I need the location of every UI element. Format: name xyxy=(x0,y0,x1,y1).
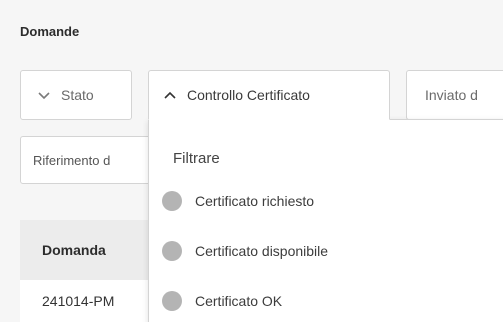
table-header-domanda: Domanda xyxy=(20,220,160,280)
page: Domande Stato Controllo Certificato Invi… xyxy=(0,0,503,322)
chevron-down-icon xyxy=(37,88,51,102)
option-label: Certificato disponibile xyxy=(195,243,329,259)
filter-controllo-certificato-button[interactable]: Controllo Certificato xyxy=(148,70,390,120)
filter-inviato-button[interactable]: Inviato d xyxy=(406,70,503,120)
option-label: Certificato OK xyxy=(195,293,283,309)
table-cell-domanda: 241014-PM xyxy=(42,293,115,309)
riferimento-search-value: Riferimento d xyxy=(33,152,111,168)
status-dot-icon xyxy=(162,291,182,311)
option-certificato-disponibile[interactable]: Certificato disponibile xyxy=(162,236,328,266)
status-dot-icon xyxy=(162,241,182,261)
filter-controllo-certificato-label: Controllo Certificato xyxy=(187,87,310,103)
filter-stato-label: Stato xyxy=(61,87,94,103)
option-certificato-richiesto[interactable]: Certificato richiesto xyxy=(162,186,314,216)
option-label: Certificato richiesto xyxy=(195,193,315,209)
option-certificato-ok[interactable]: Certificato OK xyxy=(162,286,282,316)
chevron-up-icon xyxy=(163,88,177,102)
dropdown-title: Filtrare xyxy=(173,150,220,167)
section-title: Domande xyxy=(20,24,80,39)
riferimento-search-input[interactable]: Riferimento d xyxy=(20,136,160,184)
table-row[interactable]: 241014-PM xyxy=(20,280,160,322)
filter-inviato-label: Inviato d xyxy=(425,87,478,103)
filter-stato-button[interactable]: Stato xyxy=(20,70,132,120)
status-dot-icon xyxy=(162,191,182,211)
